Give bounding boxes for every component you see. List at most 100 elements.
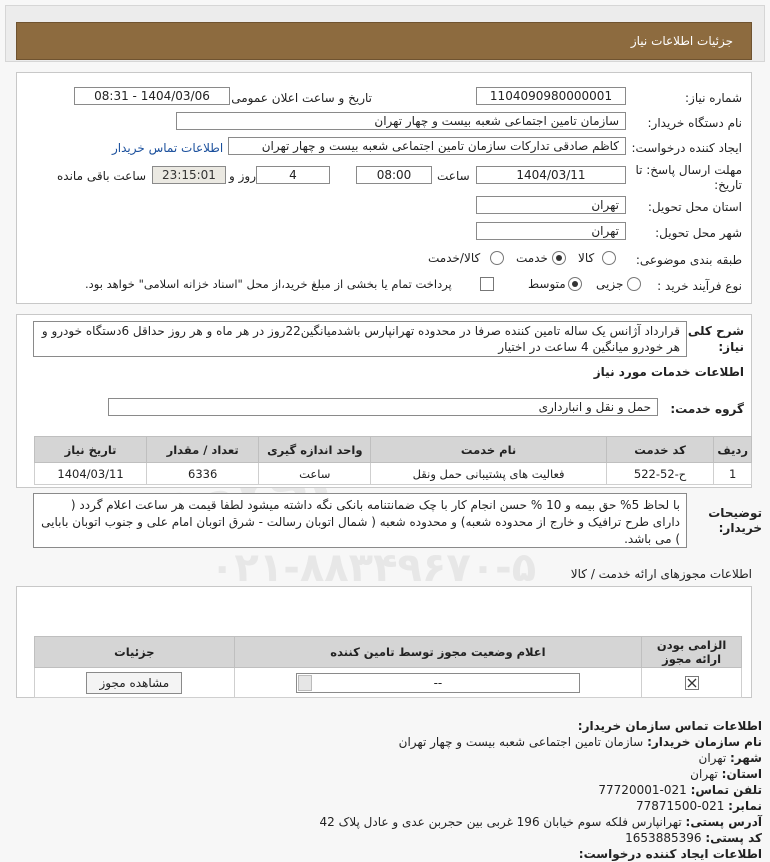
- contact-province-value: تهران: [690, 767, 718, 781]
- col-quantity: تعداد / مقدار: [146, 436, 260, 463]
- permit-status-cell: --: [233, 667, 643, 698]
- need-number-field[interactable]: 1104090980000001: [476, 87, 626, 105]
- contact-address-row: آدرس پستی: تهرانپارس فلکه سوم خیابان 196…: [12, 814, 762, 830]
- category-option-service: خدمت: [516, 251, 548, 265]
- contact-city-label: شهر:: [730, 751, 762, 765]
- permits-table: الزامی بودن ارائه مجوز اعلام وضعیت مجوز …: [34, 636, 742, 698]
- contact-city-value: تهران: [698, 751, 727, 765]
- table-row: 1 ح-52-522 فعالیت های پشتیبانی حمل ونقل …: [33, 462, 752, 485]
- contact-org-value: سازمان تامین اجتماعی شعبه بیست و چهار ته…: [398, 735, 644, 749]
- buyer-org-label: نام دستگاه خریدار:: [647, 116, 743, 130]
- x-mark-icon: [687, 678, 697, 688]
- deadline-date-label: تاریخ:: [714, 178, 742, 192]
- view-permit-button[interactable]: مشاهده مجوز: [86, 671, 183, 694]
- remaining-days-field: 4: [256, 166, 330, 184]
- col-service-name: نام خدمت: [370, 436, 607, 463]
- col-unit: واحد اندازه گیری: [258, 436, 372, 463]
- process-option-minor: جزیی: [596, 277, 624, 291]
- city-field[interactable]: تهران: [476, 222, 626, 240]
- cell-unit: ساعت: [258, 462, 372, 485]
- buyer-notes-text: با لحاظ 5% حق بیمه و 10 % حسن انجام کار …: [33, 493, 687, 548]
- contact-phone-row: تلفن تماس: 021-77720001: [12, 782, 762, 798]
- announce-label: تاریخ و ساعت اعلان عمومی:: [227, 91, 372, 105]
- category-option-both: کالا/خدمت: [428, 251, 481, 265]
- process-option-medium: متوسط: [528, 277, 566, 291]
- contact-phone-value: 021-77720001: [598, 783, 687, 797]
- category-radio-service[interactable]: [552, 251, 566, 265]
- category-option-goods: کالا: [578, 251, 595, 265]
- permit-status-value: --: [433, 675, 443, 690]
- buyer-contact-link[interactable]: اطلاعات تماس خریدار: [112, 141, 223, 155]
- permit-required-checkbox[interactable]: [684, 675, 699, 690]
- creator-contact-heading: اطلاعات ایجاد کننده درخواست:: [578, 847, 762, 861]
- service-group-field[interactable]: حمل و نقل و انبارداری: [108, 398, 658, 416]
- col-permit-required: الزامی بودن ارائه مجوز: [641, 636, 742, 668]
- contact-fax-label: نمابر:: [728, 799, 762, 813]
- deadline-time-label: ساعت: [437, 169, 470, 183]
- process-radio-minor[interactable]: [627, 277, 641, 291]
- contact-phone-label: تلفن تماس:: [690, 783, 762, 797]
- buyer-org-field[interactable]: سازمان تامین اجتماعی شعبه بیست و چهار ته…: [176, 112, 626, 130]
- need-info-panel: [16, 72, 752, 304]
- watermark-phone: ۰۲۱-۸۸۳۴۹۶۷۰-۵: [210, 545, 537, 591]
- page-header: جزئیات اطلاعات نیاز: [16, 22, 752, 60]
- treasury-checkbox[interactable]: [480, 277, 494, 291]
- permit-row: -- مشاهده مجوز: [34, 667, 742, 698]
- contact-province-row: استان: تهران: [12, 766, 762, 782]
- deadline-time-field[interactable]: 08:00: [356, 166, 432, 184]
- contact-org-label: نام سازمان خریدار:: [647, 735, 762, 749]
- category-label: طبقه بندی موضوعی:: [635, 253, 742, 267]
- contact-org-row: نام سازمان خریدار: سازمان تامین اجتماعی …: [12, 734, 762, 750]
- contact-postal-label: کد پستی:: [705, 831, 762, 845]
- need-number-label: شماره نیاز:: [685, 91, 742, 105]
- cell-quantity: 6336: [146, 462, 260, 485]
- services-title: اطلاعات خدمات مورد نیاز: [593, 365, 744, 379]
- permit-details-cell: مشاهده مجوز: [34, 667, 235, 698]
- buyer-contact-section: اطلاعات تماس سازمان خریدار: نام سازمان خ…: [12, 718, 762, 862]
- remaining-days-label: روز و: [229, 169, 256, 183]
- services-table-header: ردیف کد خدمت نام خدمت واحد اندازه گیری ت…: [33, 436, 752, 463]
- remaining-time-label: ساعت باقی مانده: [57, 169, 147, 183]
- col-permit-status: اعلام وضعیت مجوز توسط تامین کننده: [233, 636, 643, 668]
- announce-datetime-field[interactable]: 1404/03/06 - 08:31: [74, 87, 230, 105]
- permit-status-select[interactable]: --: [295, 672, 580, 693]
- process-label: نوع فرآیند خرید :: [657, 279, 742, 293]
- contact-heading: اطلاعات تماس سازمان خریدار:: [577, 719, 762, 733]
- col-service-code: کد خدمت: [605, 436, 715, 463]
- cell-need-date: 1404/03/11: [33, 462, 148, 485]
- process-radio-medium[interactable]: [568, 277, 582, 291]
- services-table: ردیف کد خدمت نام خدمت واحد اندازه گیری ت…: [33, 436, 752, 485]
- remaining-time-field: 23:15:01: [152, 166, 226, 184]
- contact-province-label: استان:: [721, 767, 762, 781]
- city-label: شهر محل تحویل:: [655, 226, 742, 240]
- province-field[interactable]: تهران: [476, 196, 626, 214]
- category-radio-goods[interactable]: [602, 251, 616, 265]
- scrollbar-icon: [297, 674, 312, 691]
- permits-table-header: الزامی بودن ارائه مجوز اعلام وضعیت مجوز …: [34, 636, 742, 668]
- creator-field[interactable]: کاظم صادقی تدارکات سازمان تامین اجتماعی …: [228, 137, 626, 155]
- service-group-label: گروه خدمت:: [670, 402, 744, 416]
- permit-required-cell: [641, 667, 742, 698]
- contact-postal-row: کد پستی: 1653885396: [12, 830, 762, 846]
- contact-postal-value: 1653885396: [625, 831, 702, 845]
- summary-label: شرح کلی: [687, 324, 744, 338]
- creator-label: ایجاد کننده درخواست:: [631, 141, 742, 155]
- treasury-text: پرداخت تمام یا بخشی از مبلغ خرید،از محل …: [85, 277, 452, 291]
- col-need-date: تاریخ نیاز: [33, 436, 148, 463]
- contact-city-row: شهر: تهران: [12, 750, 762, 766]
- summary-text: قرارداد آژانس یک ساله تامین کننده صرفا د…: [33, 321, 687, 357]
- contact-address-value: تهرانپارس فلکه سوم خیابان 196 غربی بین ح…: [319, 815, 682, 829]
- cell-service-code: ح-52-522: [605, 462, 715, 485]
- deadline-label: مهلت ارسال پاسخ: تا: [635, 163, 742, 177]
- contact-fax-value: 021-77871500: [636, 799, 725, 813]
- category-radio-both[interactable]: [490, 251, 504, 265]
- page-title: جزئیات اطلاعات نیاز: [630, 34, 733, 48]
- cell-row: 1: [713, 462, 752, 485]
- col-permit-details: جزئیات: [34, 636, 235, 668]
- deadline-date-field[interactable]: 1404/03/11: [476, 166, 626, 184]
- province-label: استان محل تحویل:: [647, 200, 742, 214]
- cell-service-name: فعالیت های پشتیبانی حمل ونقل: [370, 462, 607, 485]
- notes-label-2: خریدار:: [718, 521, 762, 535]
- summary-label-2: نیاز:: [718, 340, 744, 354]
- contact-fax-row: نمابر: 021-77871500: [12, 798, 762, 814]
